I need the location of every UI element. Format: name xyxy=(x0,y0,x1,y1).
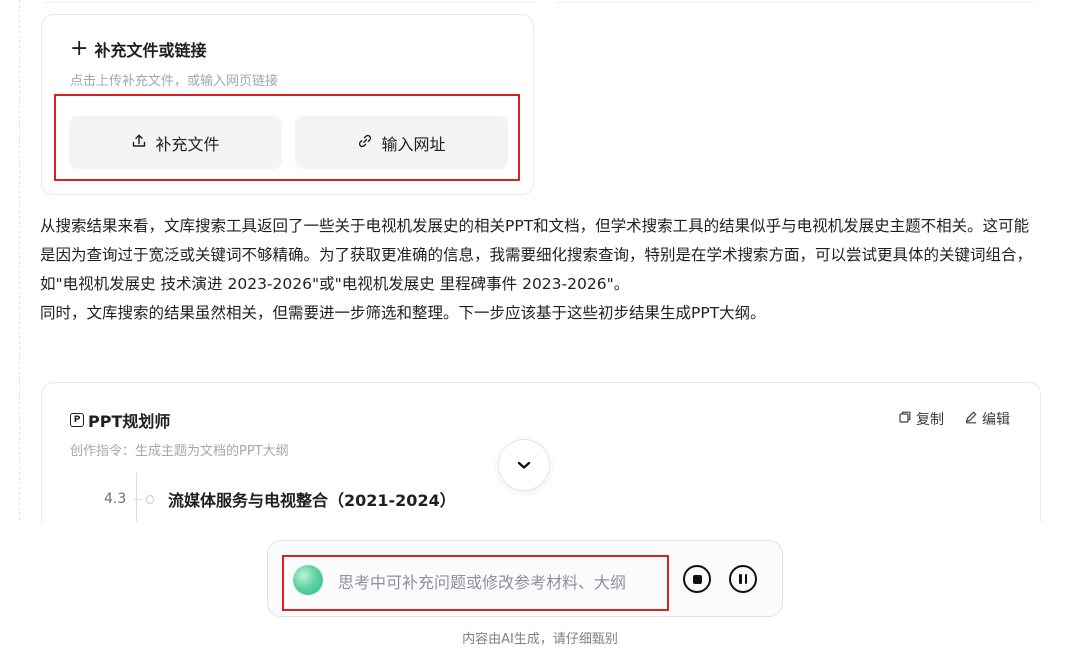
chat-input[interactable]: 思考中可补充问题或修改参考材料、大纲 xyxy=(338,569,626,593)
edit-label: 编辑 xyxy=(982,412,1010,428)
outline-item: 4.3 流媒体服务与电视整合（2021-2024） xyxy=(104,487,456,511)
pause-icon xyxy=(738,574,742,584)
supplement-upload-card: + 补充文件或链接 点击上传补充文件，或输入网页链接 补充文件 输入网址 xyxy=(41,14,534,195)
input-url-label: 输入网址 xyxy=(381,134,446,154)
planner-instruction: 创作指令：生成主题为文档的PPT大纲 xyxy=(70,444,289,459)
edit-button[interactable]: 编辑 xyxy=(964,409,1010,429)
stop-icon xyxy=(692,574,702,584)
outline-node-icon xyxy=(134,494,154,504)
ai-disclaimer: 内容由AI生成，请仔细甄别 xyxy=(462,632,618,647)
previous-card-edge xyxy=(44,0,534,3)
planner-title-text: PPT规划师 xyxy=(88,412,171,431)
previous-card-edge xyxy=(556,0,1034,3)
copy-button[interactable]: 复制 xyxy=(898,409,944,429)
stop-button[interactable] xyxy=(683,565,711,593)
planner-title: P PPT规划师 xyxy=(70,408,170,432)
chat-page: + 补充文件或链接 点击上传补充文件，或输入网页链接 补充文件 输入网址 从搜索… xyxy=(0,0,1080,652)
message-paragraph: 同时，文库搜索的结果虽然相关，但需要进一步筛选和整理。下一步应该基于这些初步结果… xyxy=(40,304,766,322)
ppt-icon: P xyxy=(70,413,84,427)
planner-actions: 复制 编辑 xyxy=(898,409,1010,429)
timeline-divider xyxy=(19,0,20,520)
pause-button[interactable] xyxy=(729,565,757,593)
assistant-message: 从搜索结果来看，文库搜索工具返回了一些关于电视机发展史的相关PPT和文档，但学术… xyxy=(40,212,1040,328)
chevron-down-icon xyxy=(515,456,533,475)
upload-icon xyxy=(131,133,147,153)
upload-card-title: + 补充文件或链接 xyxy=(70,37,206,61)
supplement-file-button[interactable]: 补充文件 xyxy=(69,116,282,169)
outline-item-number: 4.3 xyxy=(104,491,127,507)
copy-icon xyxy=(898,410,912,428)
scroll-to-bottom-button[interactable] xyxy=(498,439,550,491)
upload-card-title-text: 补充文件或链接 xyxy=(94,41,207,60)
upload-card-subtitle: 点击上传补充文件，或输入网页链接 xyxy=(70,74,279,89)
plus-icon: + xyxy=(70,36,89,61)
thinking-orb-icon xyxy=(293,565,323,595)
supplement-file-label: 补充文件 xyxy=(155,134,220,154)
message-paragraph: 从搜索结果来看，文库搜索工具返回了一些关于电视机发展史的相关PPT和文档，但学术… xyxy=(40,217,1033,293)
edit-icon xyxy=(964,410,978,428)
copy-label: 复制 xyxy=(916,412,944,428)
outline-item-text: 流媒体服务与电视整合（2021-2024） xyxy=(168,491,456,510)
link-icon xyxy=(357,133,373,153)
input-url-button[interactable]: 输入网址 xyxy=(295,116,508,169)
